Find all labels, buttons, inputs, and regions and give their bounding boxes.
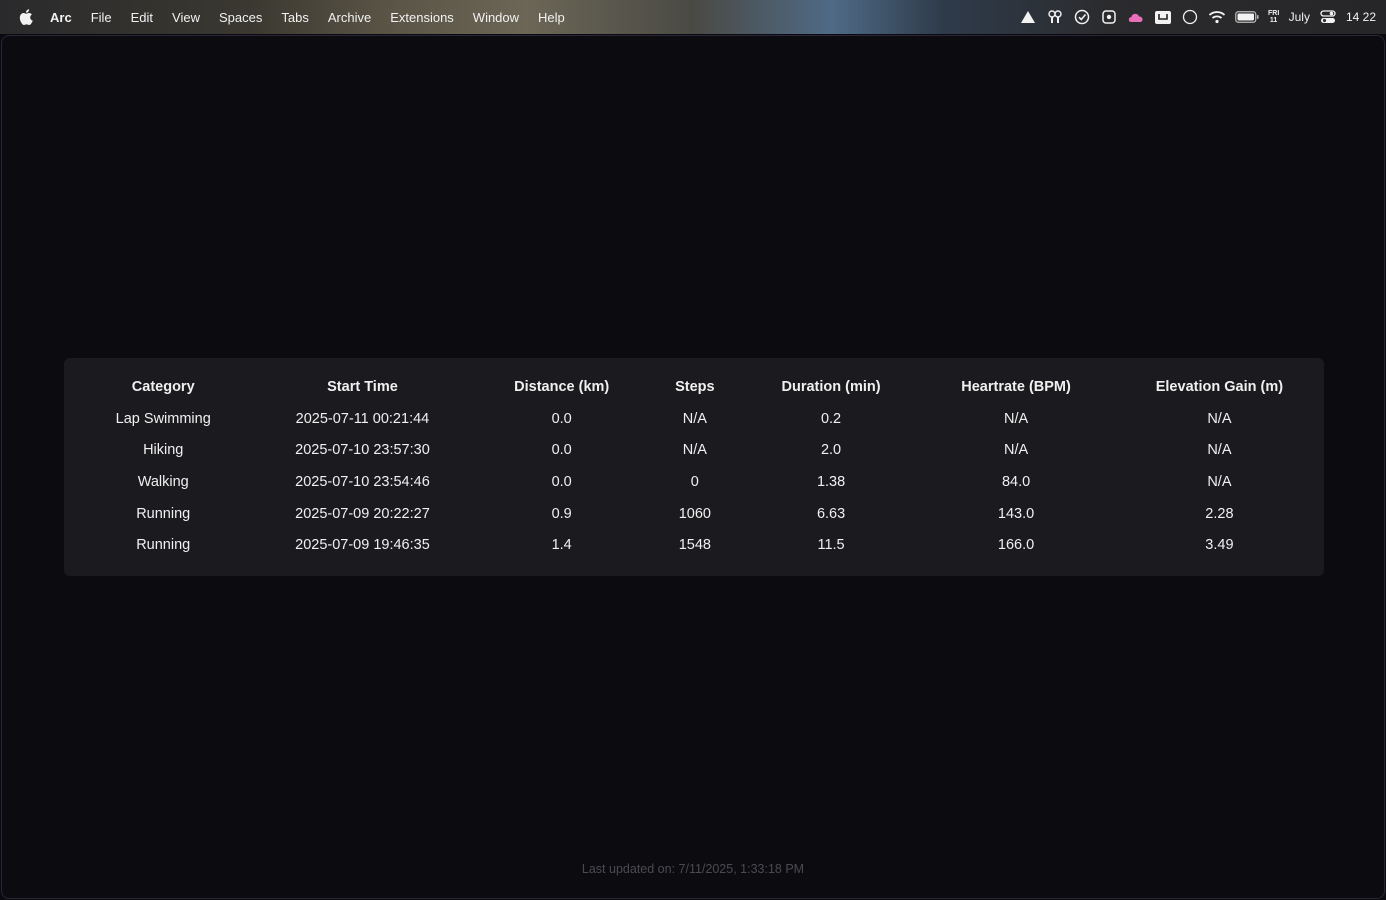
last-updated-text: Last updated on: 7/11/2025, 1:33:18 PM — [581, 862, 805, 876]
browser-window: Category Start Time Distance (km) Steps … — [1, 35, 1385, 899]
apple-menu-icon[interactable] — [18, 9, 34, 25]
table-header-row: Category Start Time Distance (km) Steps … — [88, 371, 1316, 403]
circle-icon[interactable] — [1181, 9, 1199, 25]
table-row: Walking 2025-07-10 23:54:46 0.0 0 1.38 8… — [88, 466, 1316, 498]
cell-steps: 1060 — [678, 505, 711, 522]
cell-start-time: 2025-07-10 23:54:46 — [295, 473, 430, 490]
cell-start-time: 2025-07-09 19:46:35 — [295, 537, 430, 554]
cell-distance: 0.0 — [551, 442, 572, 459]
table-row: Lap Swimming 2025-07-11 00:21:44 0.0 N/A… — [88, 403, 1316, 435]
date-label: 11 — [1269, 17, 1278, 24]
cell-distance: 0.0 — [551, 473, 572, 490]
cell-steps: 1548 — [678, 537, 711, 554]
cell-elevation-gain: 2.28 — [1205, 505, 1234, 522]
menu-file[interactable]: File — [91, 10, 112, 25]
menu-edit[interactable]: Edit — [131, 10, 153, 25]
cell-category: Hiking — [143, 442, 184, 459]
cell-duration: 11.5 — [817, 537, 845, 554]
cell-elevation-gain: N/A — [1207, 473, 1232, 490]
battery-icon[interactable] — [1234, 9, 1259, 25]
column-header-category: Category — [131, 379, 195, 395]
control-center-icon[interactable] — [1319, 9, 1337, 25]
cell-steps: N/A — [682, 410, 707, 427]
month-label[interactable]: July — [1289, 10, 1310, 24]
check-circle-icon[interactable] — [1073, 9, 1091, 25]
cell-heartrate: 84.0 — [1001, 473, 1031, 490]
cell-category: Walking — [137, 473, 189, 490]
triangle-icon[interactable] — [1019, 9, 1037, 25]
menu-help[interactable]: Help — [538, 10, 565, 25]
menu-tabs[interactable]: Tabs — [281, 10, 308, 25]
menu-extensions[interactable]: Extensions — [390, 10, 454, 25]
activity-table-card: Category Start Time Distance (km) Steps … — [64, 358, 1324, 576]
cell-category: Lap Swimming — [115, 410, 211, 427]
cell-category: Running — [136, 505, 191, 522]
column-header-steps: Steps — [675, 379, 715, 395]
cell-elevation-gain: 3.49 — [1205, 537, 1234, 554]
menu-spaces[interactable]: Spaces — [219, 10, 262, 25]
cell-steps: 0 — [690, 473, 699, 490]
keyboard-icon[interactable] — [1154, 9, 1172, 25]
cell-heartrate: N/A — [1003, 410, 1029, 427]
cell-duration: 2.0 — [820, 442, 842, 459]
column-header-heartrate: Heartrate (BPM) — [961, 379, 1071, 395]
cell-elevation-gain: N/A — [1207, 442, 1232, 459]
day-indicator: FRI 11 — [1268, 10, 1280, 24]
cell-start-time: 2025-07-09 20:22:27 — [295, 505, 430, 522]
menu-view[interactable]: View — [172, 10, 200, 25]
cell-distance: 0.9 — [551, 505, 572, 522]
wifi-icon[interactable] — [1208, 9, 1226, 25]
menu-window[interactable]: Window — [473, 10, 519, 25]
cell-steps: N/A — [682, 442, 707, 459]
cell-start-time: 2025-07-10 23:57:30 — [295, 442, 430, 459]
status-area: FRI 11 July 14 22 — [1019, 0, 1376, 34]
activity-table: Category Start Time Distance (km) Steps … — [88, 371, 1316, 561]
column-header-start-time: Start Time — [327, 379, 398, 395]
cell-heartrate: 166.0 — [997, 537, 1035, 554]
cell-elevation-gain: N/A — [1207, 410, 1232, 427]
cell-heartrate: N/A — [1003, 442, 1029, 459]
cell-duration: 1.38 — [816, 473, 846, 490]
cell-heartrate: 143.0 — [997, 505, 1035, 522]
column-header-distance: Distance (km) — [514, 379, 610, 395]
menu-archive[interactable]: Archive — [328, 10, 371, 25]
day-label: FRI — [1267, 10, 1280, 17]
cell-duration: 0.2 — [820, 410, 842, 427]
clock-label[interactable]: 14 22 — [1346, 10, 1376, 24]
column-header-duration: Duration (min) — [781, 379, 881, 395]
cell-distance: 1.4 — [551, 537, 572, 554]
cell-category: Running — [136, 537, 191, 554]
cell-start-time: 2025-07-11 00:21:44 — [295, 410, 430, 427]
fan-icon[interactable] — [1046, 9, 1064, 25]
table-row: Running 2025-07-09 20:22:27 0.9 1060 6.6… — [88, 498, 1316, 530]
cell-duration: 6.63 — [816, 505, 846, 522]
table-row: Running 2025-07-09 19:46:35 1.4 1548 11.… — [88, 529, 1316, 561]
cell-distance: 0.0 — [551, 410, 572, 427]
puzzle-icon[interactable] — [1100, 9, 1118, 25]
cloud-icon[interactable] — [1127, 9, 1145, 25]
table-row: Hiking 2025-07-10 23:57:30 0.0 N/A 2.0 N… — [88, 435, 1316, 467]
menu-app-name[interactable]: Arc — [50, 10, 72, 25]
column-header-elevation-gain: Elevation Gain (m) — [1155, 379, 1284, 395]
menu-bar: Arc File Edit View Spaces Tabs Archive E… — [0, 0, 1386, 34]
